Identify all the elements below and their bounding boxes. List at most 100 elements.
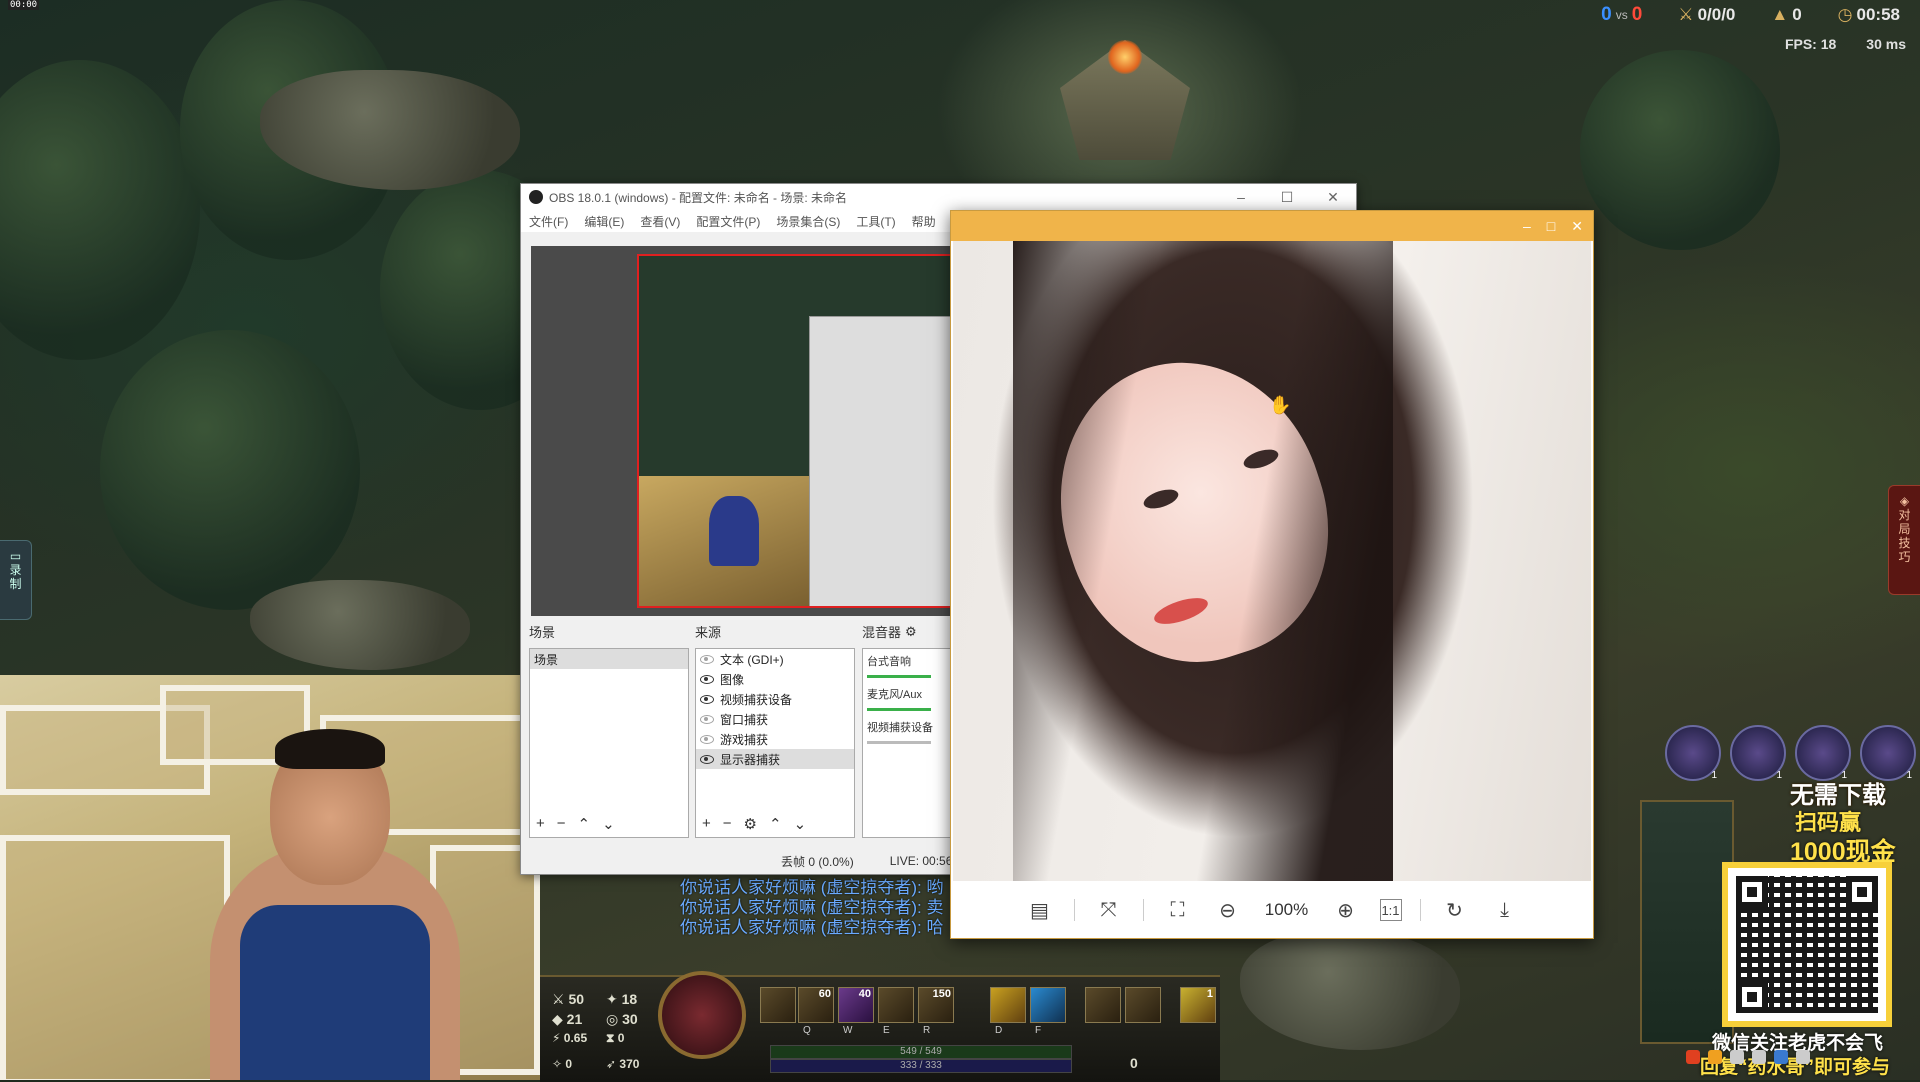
- game-time: 00:58: [1856, 5, 1900, 24]
- champion-portrait[interactable]: [658, 971, 746, 1059]
- menu-edit[interactable]: 编辑(E): [584, 213, 624, 230]
- mana-bar: 333 / 333: [770, 1059, 1072, 1073]
- source-item[interactable]: 视频捕获设备: [696, 689, 854, 709]
- stat-ability-power: ✦ 18: [606, 991, 638, 1007]
- spell-passive[interactable]: [760, 987, 796, 1023]
- chat-line: 你说话人家好烦嘛 (虚空掠夺者): 哟: [680, 878, 944, 897]
- spell-e[interactable]: E: [878, 987, 914, 1036]
- menu-file[interactable]: 文件(F): [529, 213, 568, 230]
- gear-icon[interactable]: ⚙: [905, 624, 917, 640]
- teammate-portrait[interactable]: 1: [1730, 725, 1786, 781]
- fps: FPS: 18: [1785, 36, 1836, 52]
- nested-obs-window: [809, 316, 959, 606]
- tip-label-1: 对: [1898, 508, 1911, 522]
- scene-item[interactable]: 场景: [530, 649, 688, 669]
- source-item[interactable]: 游戏捕获: [696, 729, 854, 749]
- scenes-panel: 场景 + − ⌃ ⌄: [529, 648, 689, 838]
- volume-meter[interactable]: [867, 675, 931, 678]
- viewer-titlebar[interactable]: – □ ✕: [951, 211, 1593, 241]
- close-button[interactable]: ✕: [1571, 218, 1583, 235]
- menu-profile[interactable]: 配置文件(P): [696, 213, 760, 230]
- source-item[interactable]: 图像: [696, 669, 854, 689]
- volume-meter[interactable]: [867, 741, 931, 744]
- fps-value: 18: [1820, 36, 1837, 52]
- tray-app-icon[interactable]: [1686, 1050, 1700, 1064]
- rotate-icon[interactable]: ↻: [1439, 894, 1471, 926]
- speaker-icon[interactable]: [1796, 1050, 1810, 1064]
- add-source-button[interactable]: +: [702, 815, 711, 833]
- summoner-d[interactable]: D: [990, 987, 1026, 1036]
- summoner-f[interactable]: F: [1030, 987, 1066, 1036]
- remove-source-button[interactable]: −: [723, 815, 732, 833]
- score-blue: 0: [1601, 4, 1612, 25]
- spell-w[interactable]: 40 W: [838, 987, 874, 1036]
- move-down-button[interactable]: ⌄: [602, 815, 615, 833]
- minimize-button[interactable]: –: [1523, 218, 1531, 234]
- eye-hidden-icon[interactable]: [700, 714, 714, 724]
- image-viewer-window[interactable]: – □ ✕ ✋ ▤ ⤧ ⛶ ⊖ 100% ⊕ 1:1 ↻ ⤓: [950, 210, 1594, 939]
- source-item[interactable]: 文本 (GDI+): [696, 649, 854, 669]
- menu-scene-collection[interactable]: 场景集合(S): [776, 213, 840, 230]
- health-bar: 549 / 549: [770, 1045, 1072, 1059]
- download-icon[interactable]: ⤓: [1489, 894, 1521, 926]
- item-slot-2[interactable]: [1125, 987, 1161, 1023]
- tray-app-icon[interactable]: [1708, 1050, 1722, 1064]
- move-up-button[interactable]: ⌃: [578, 815, 591, 833]
- tray-app-icon[interactable]: [1752, 1050, 1766, 1064]
- stat-magic-resist: ◎ 30: [606, 1011, 638, 1027]
- minimize-button[interactable]: –: [1218, 189, 1264, 206]
- tip-label-2: 局: [1898, 522, 1911, 536]
- record-label-1: 录: [9, 563, 22, 577]
- maximize-button[interactable]: ☐: [1264, 189, 1310, 206]
- menu-tools[interactable]: 工具(T): [856, 213, 895, 230]
- tip-label-3: 技: [1898, 536, 1911, 550]
- preview-canvas[interactable]: [637, 254, 961, 608]
- eye-icon[interactable]: [700, 694, 714, 704]
- zoom-out-icon[interactable]: ⊖: [1212, 894, 1244, 926]
- tray-app-icon[interactable]: [1774, 1050, 1788, 1064]
- tray-app-icon[interactable]: [1730, 1050, 1744, 1064]
- mixer-panel: 台式音响 麦克风/Aux 视频捕获设备: [862, 648, 952, 838]
- item-slot-1[interactable]: [1085, 987, 1121, 1023]
- f-key: F: [1035, 1025, 1042, 1036]
- source-settings-gear-icon[interactable]: ⚙: [744, 815, 757, 833]
- zoom-in-icon[interactable]: ⊕: [1330, 894, 1362, 926]
- actual-size-icon[interactable]: 1:1: [1379, 899, 1402, 921]
- ward-slot[interactable]: 1: [1180, 987, 1216, 1023]
- move-down-button[interactable]: ⌄: [794, 815, 807, 833]
- menu-view[interactable]: 查看(V): [640, 213, 680, 230]
- viewer-photo[interactable]: ✋: [953, 241, 1591, 881]
- eye-hidden-icon[interactable]: [700, 654, 714, 664]
- layout-icon[interactable]: ▤: [1024, 894, 1056, 926]
- teammate-portrait[interactable]: 1: [1665, 725, 1721, 781]
- source-item[interactable]: 窗口捕获: [696, 709, 854, 729]
- game-clock: ◷ 00:58: [1838, 5, 1900, 25]
- remove-scene-button[interactable]: −: [557, 815, 566, 833]
- teammate-portrait[interactable]: 1: [1860, 725, 1916, 781]
- live-timer: LIVE: 00:56: [889, 854, 953, 868]
- tip-tab[interactable]: ◈ 对 局 技 巧: [1888, 485, 1920, 595]
- volume-meter[interactable]: [867, 708, 931, 711]
- eye-hidden-icon[interactable]: [700, 734, 714, 744]
- teammate-portrait[interactable]: 1: [1795, 725, 1851, 781]
- source-item[interactable]: 显示器捕获: [696, 749, 854, 769]
- spell-q[interactable]: 60 Q: [798, 987, 834, 1036]
- record-tab[interactable]: ▭ 录 制: [0, 540, 32, 620]
- spell-r[interactable]: 150 R: [918, 987, 954, 1036]
- menu-help[interactable]: 帮助: [912, 213, 936, 230]
- move-up-button[interactable]: ⌃: [769, 815, 782, 833]
- qr-code[interactable]: [1722, 862, 1892, 1027]
- close-button[interactable]: ✕: [1310, 189, 1356, 206]
- minimap[interactable]: [1640, 800, 1734, 1044]
- fullscreen-icon[interactable]: ⛶: [1162, 894, 1194, 926]
- add-scene-button[interactable]: +: [536, 815, 545, 833]
- obs-titlebar[interactable]: OBS 18.0.1 (windows) - 配置文件: 未命名 - 场景: 未…: [521, 184, 1356, 210]
- fit-screen-icon[interactable]: ⤧: [1093, 894, 1125, 926]
- source-name: 视频捕获设备: [720, 692, 793, 707]
- tip-label-4: 巧: [1898, 550, 1911, 564]
- maximize-button[interactable]: □: [1547, 218, 1555, 234]
- eye-icon[interactable]: [700, 674, 714, 684]
- eye-icon[interactable]: [700, 754, 714, 764]
- stat-cooldown: ⧗ 0: [606, 1031, 625, 1045]
- book-icon: ◈: [1899, 494, 1910, 508]
